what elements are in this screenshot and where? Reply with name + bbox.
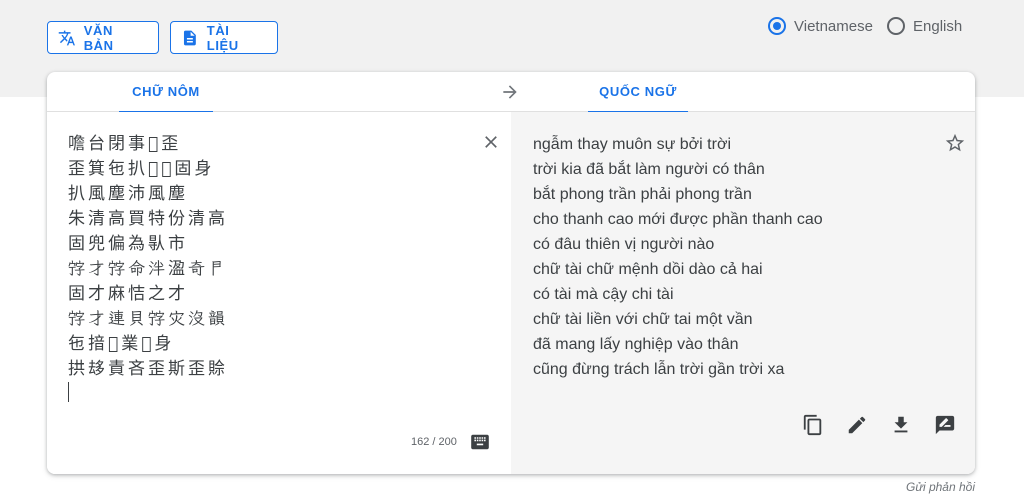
keyboard-icon[interactable]: [470, 434, 490, 450]
target-line: trời kia đã bắt làm người có thân: [533, 161, 765, 178]
output-actions: [798, 410, 960, 440]
source-line: 歪箕㐌扒𠃣𠊛固身: [68, 159, 215, 179]
target-line: cho thanh cao mới được phần thanh cao: [533, 211, 823, 228]
send-feedback-link[interactable]: Gửi phản hồi: [906, 480, 975, 494]
close-icon[interactable]: [481, 132, 501, 152]
source-pane[interactable]: 噡台閉事𡗶歪 歪箕㐌扒𠃣𠊛固身 扒風塵沛風塵 朱清高買特份清高 固兜偏為𠊛市 𡨸…: [47, 112, 511, 474]
translator-card: CHỮ NÔM QUỐC NGỮ 噡台閉事𡗶歪 歪箕㐌扒𠃣𠊛固身 扒風塵沛風塵 …: [47, 72, 975, 474]
text-caret: [68, 382, 69, 402]
star-icon[interactable]: [944, 132, 966, 154]
document-icon: [183, 30, 196, 45]
feedback-button[interactable]: [930, 410, 960, 440]
download-icon: [894, 416, 908, 433]
translation-output: ngẫm thay muôn sự bởi trời trời kia đã b…: [533, 132, 823, 382]
source-line: 扒風塵沛風塵: [68, 184, 188, 204]
target-line: có tài mà cậy chi tài: [533, 286, 674, 303]
copy-icon: [803, 414, 822, 436]
target-line: bắt phong trần phải phong trần: [533, 186, 752, 203]
target-line: cũng đừng trách lẫn trời gần trời xa: [533, 361, 785, 378]
source-line: 拱𠫾責吝歪斯歪賒: [68, 359, 228, 379]
source-line: 噡台閉事𡗶歪: [68, 134, 182, 154]
copy-button[interactable]: [798, 410, 828, 440]
source-line: 𡨸才𡨸命泮溋奇𠁣: [68, 259, 228, 279]
language-label: Vietnamese: [794, 17, 873, 35]
target-line: có đâu thiên vị người nào: [533, 236, 715, 253]
language-option-vietnamese[interactable]: Vietnamese: [768, 17, 873, 35]
text-mode-button[interactable]: VĂN BẢN: [47, 21, 159, 54]
document-mode-button[interactable]: TÀI LIỆU: [170, 21, 278, 54]
download-button[interactable]: [886, 410, 916, 440]
target-line: ngẫm thay muôn sự bởi trời: [533, 136, 731, 153]
tab-label: QUỐC NGỮ: [599, 84, 677, 99]
radio-checked-icon: [768, 17, 786, 35]
source-line: 㐌揞𦋦業𠓨身: [68, 334, 175, 354]
language-option-english[interactable]: English: [887, 17, 962, 35]
edit-icon: [848, 416, 866, 434]
tab-quoc-ngu[interactable]: QUỐC NGỮ: [588, 72, 688, 113]
source-line: 朱清高買特份清高: [68, 209, 228, 229]
language-label: English: [913, 17, 963, 35]
source-text-area[interactable]: 噡台閉事𡗶歪 歪箕㐌扒𠃣𠊛固身 扒風塵沛風塵 朱清高買特份清高 固兜偏為𠊛市 𡨸…: [68, 132, 228, 382]
arrow-right-icon: [503, 85, 517, 99]
source-line: 𡨸才連貝𡨸灾沒韻: [68, 309, 228, 329]
target-line: chữ tài liền với chữ tai một vần: [533, 311, 753, 328]
radio-unchecked-icon: [887, 17, 905, 35]
tab-label: CHỮ NÔM: [132, 84, 200, 99]
target-line: đã mang lấy nghiệp vào thân: [533, 336, 739, 353]
edit-button[interactable]: [842, 410, 872, 440]
document-mode-label: TÀI LIỆU: [206, 22, 239, 53]
target-line: chữ tài chữ mệnh dồi dào cả hai: [533, 261, 763, 278]
source-line: 固兜偏為𠊛市: [68, 234, 188, 254]
text-mode-label: VĂN BẢN: [83, 22, 114, 53]
rate-review-icon: [935, 415, 955, 435]
source-line: 固才麻恄之才: [68, 284, 188, 304]
character-counter: 162 / 200: [411, 436, 457, 448]
translate-icon: [58, 30, 75, 45]
tab-bar: CHỮ NÔM QUỐC NGỮ: [47, 72, 975, 113]
target-pane: ngẫm thay muôn sự bởi trời trời kia đã b…: [511, 112, 975, 474]
tab-chu-nom[interactable]: CHỮ NÔM: [119, 72, 213, 113]
